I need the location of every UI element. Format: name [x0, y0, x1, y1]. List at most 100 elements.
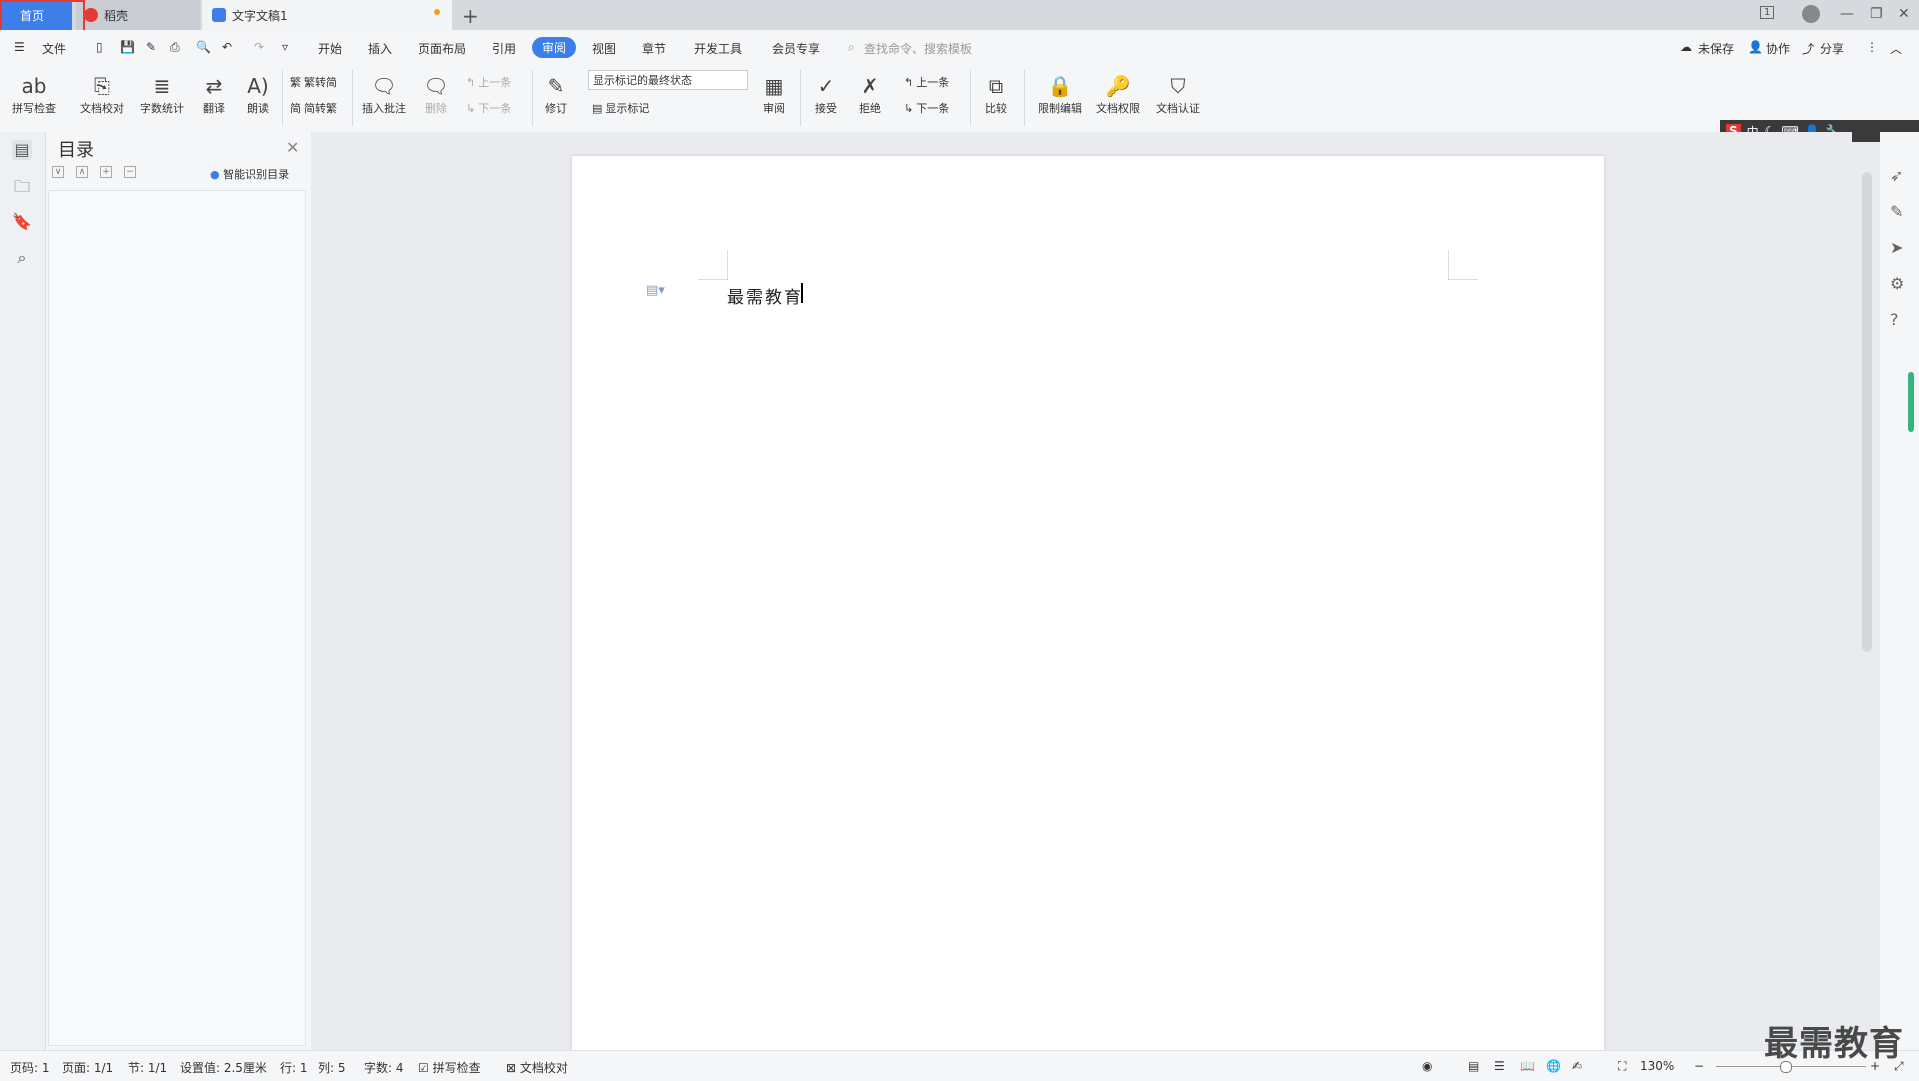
redo-icon[interactable]: ↷: [254, 40, 264, 54]
find-icon[interactable]: ⌕: [12, 248, 32, 268]
menu-insert[interactable]: 插入: [368, 40, 392, 57]
close-button[interactable]: ✕: [1898, 6, 1910, 22]
restrict-edit-button[interactable]: 🔒 限制编辑: [1038, 72, 1082, 116]
markup-state-select[interactable]: 显示标记的最终状态: [588, 70, 748, 90]
status-spell-check[interactable]: ☑ 拼写检查: [418, 1059, 481, 1076]
word-count-button[interactable]: ≣ 字数统计: [140, 72, 184, 116]
menu-review[interactable]: 审阅: [532, 37, 577, 58]
tab-daoke[interactable]: 稻壳: [76, 0, 200, 30]
print-icon[interactable]: ⎙: [170, 40, 180, 55]
toc-close-button[interactable]: ✕: [286, 138, 299, 157]
status-proofread[interactable]: ⊠ 文档校对: [506, 1059, 568, 1076]
more-icon[interactable]: ▿: [282, 40, 288, 54]
help-icon[interactable]: ?: [1890, 310, 1899, 329]
bookmark-icon[interactable]: 🔖: [12, 212, 32, 232]
write-view-icon[interactable]: ✍: [1572, 1059, 1582, 1073]
doc-permission-button[interactable]: 🔑 文档权限: [1096, 72, 1140, 116]
menu-layout[interactable]: 页面布局: [418, 40, 466, 57]
menu-file[interactable]: 文件: [42, 40, 66, 57]
prev-comment-button[interactable]: ↰ 上一条: [466, 74, 511, 90]
prev-change-button[interactable]: ↰ 上一条: [904, 74, 949, 90]
status-pages[interactable]: 页面: 1/1: [62, 1059, 113, 1076]
print-preview-icon[interactable]: 🔍: [196, 40, 211, 54]
share-button[interactable]: 分享: [1820, 40, 1844, 57]
menu-member[interactable]: 会员专享: [772, 40, 820, 57]
insert-comment-button[interactable]: 🗨 插入批注: [362, 72, 406, 116]
review-pane-button[interactable]: ▦ 审阅: [760, 72, 788, 116]
eye-icon[interactable]: ◉: [1422, 1059, 1432, 1073]
trad-to-simp-button[interactable]: 繁繁转简: [290, 74, 337, 90]
spell-check-button[interactable]: ab 拼写检查: [12, 72, 56, 116]
doc-cert-button[interactable]: ⛉ 文档认证: [1156, 72, 1200, 116]
hamburger-icon[interactable]: ☰: [14, 40, 25, 54]
tab-document[interactable]: 文字文稿1: [202, 0, 452, 30]
settings-sliders-icon[interactable]: ⚙: [1890, 274, 1904, 293]
new-tab-button[interactable]: +: [462, 4, 479, 28]
status-setting[interactable]: 设置值: 2.5厘米: [180, 1059, 267, 1076]
status-words[interactable]: 字数: 4: [364, 1059, 404, 1076]
simp-to-trad-button[interactable]: 简简转繁: [290, 100, 337, 116]
read-view-icon[interactable]: 📖: [1520, 1059, 1535, 1073]
spell-check-icon: ab: [21, 74, 47, 98]
track-changes-button[interactable]: ✎ 修订: [542, 72, 570, 116]
menu-dev-tools[interactable]: 开发工具: [694, 40, 742, 57]
cursor-icon[interactable]: ➤: [1890, 238, 1903, 257]
restore-button[interactable]: ❐: [1870, 6, 1883, 22]
smart-toc-button[interactable]: ● 智能识别目录: [210, 166, 289, 182]
translate-button[interactable]: ⇄ 翻译: [200, 72, 228, 116]
more-options-icon[interactable]: ⋮: [1866, 40, 1878, 54]
pen-icon[interactable]: ✎: [1890, 202, 1903, 221]
collapse-all-icon[interactable]: ∧: [76, 166, 88, 178]
collab-button[interactable]: 协作: [1766, 40, 1790, 57]
menu-chapter[interactable]: 章节: [642, 40, 666, 57]
window-mode-icon[interactable]: 1: [1760, 6, 1775, 19]
menu-reference[interactable]: 引用: [492, 40, 516, 57]
add-level-icon[interactable]: +: [100, 166, 112, 178]
ai-icon: ●: [210, 168, 220, 181]
read-aloud-button[interactable]: A) 朗读: [244, 72, 272, 116]
status-page-number[interactable]: 页码: 1: [10, 1059, 50, 1076]
new-doc-icon[interactable]: ▯: [96, 40, 103, 54]
show-markup-button[interactable]: ▤ 显示标记: [592, 100, 649, 116]
web-view-icon[interactable]: 🌐: [1546, 1059, 1561, 1073]
fit-page-icon[interactable]: ⛶: [1618, 1059, 1626, 1074]
undo-icon[interactable]: ↶: [222, 40, 232, 54]
spell-check-label: 拼写检查: [12, 102, 56, 115]
format-painter-icon[interactable]: ✎: [146, 40, 156, 54]
compare-button[interactable]: ⧉ 比较: [982, 72, 1010, 116]
delete-comment-button[interactable]: 🗨 删除: [422, 72, 450, 116]
next-comment-button[interactable]: ↳ 下一条: [466, 100, 511, 116]
paragraph-icon[interactable]: ▤▾: [646, 283, 665, 298]
menu-start[interactable]: 开始: [318, 40, 342, 57]
folder-icon[interactable]: 🗀: [12, 176, 32, 196]
accept-button[interactable]: ✓ 接受: [812, 72, 840, 116]
zoom-out-icon[interactable]: −: [1694, 1059, 1704, 1073]
reject-button[interactable]: ✗ 拒绝: [856, 72, 884, 116]
outline-view-icon[interactable]: ☰: [1494, 1059, 1505, 1073]
menu-view[interactable]: 视图: [592, 40, 616, 57]
status-section[interactable]: 节: 1/1: [128, 1059, 167, 1076]
document-text[interactable]: 最需教育: [727, 283, 803, 308]
translate-icon: ⇄: [205, 74, 223, 98]
tab-daoke-label: 稻壳: [104, 8, 129, 23]
word-doc-icon: [212, 8, 226, 22]
zoom-level[interactable]: 130%: [1640, 1059, 1674, 1073]
toc-icon[interactable]: ▤: [12, 140, 32, 160]
toc-list[interactable]: [48, 190, 306, 1046]
divider: [1024, 70, 1025, 126]
expand-all-icon[interactable]: ∨: [52, 166, 64, 178]
proofread-button[interactable]: ⎘ 文档校对: [80, 72, 124, 116]
vertical-scrollbar[interactable]: [1862, 172, 1872, 652]
command-search-input[interactable]: 查找命令、搜索模板: [864, 40, 972, 57]
page-view-icon[interactable]: ▤: [1468, 1059, 1479, 1073]
rocket-icon[interactable]: ➶: [1890, 166, 1903, 185]
proof-icon: ⊠: [506, 1061, 517, 1075]
next-change-button[interactable]: ↳ 下一条: [904, 100, 949, 116]
remove-level-icon[interactable]: −: [124, 166, 136, 178]
collapse-ribbon-icon[interactable]: ︿: [1890, 40, 1902, 57]
track-changes-icon: ✎: [547, 74, 565, 98]
avatar[interactable]: [1802, 5, 1820, 23]
save-icon[interactable]: 💾: [120, 40, 135, 54]
minimize-button[interactable]: —: [1840, 6, 1854, 22]
unsaved-status[interactable]: 未保存: [1698, 40, 1734, 57]
